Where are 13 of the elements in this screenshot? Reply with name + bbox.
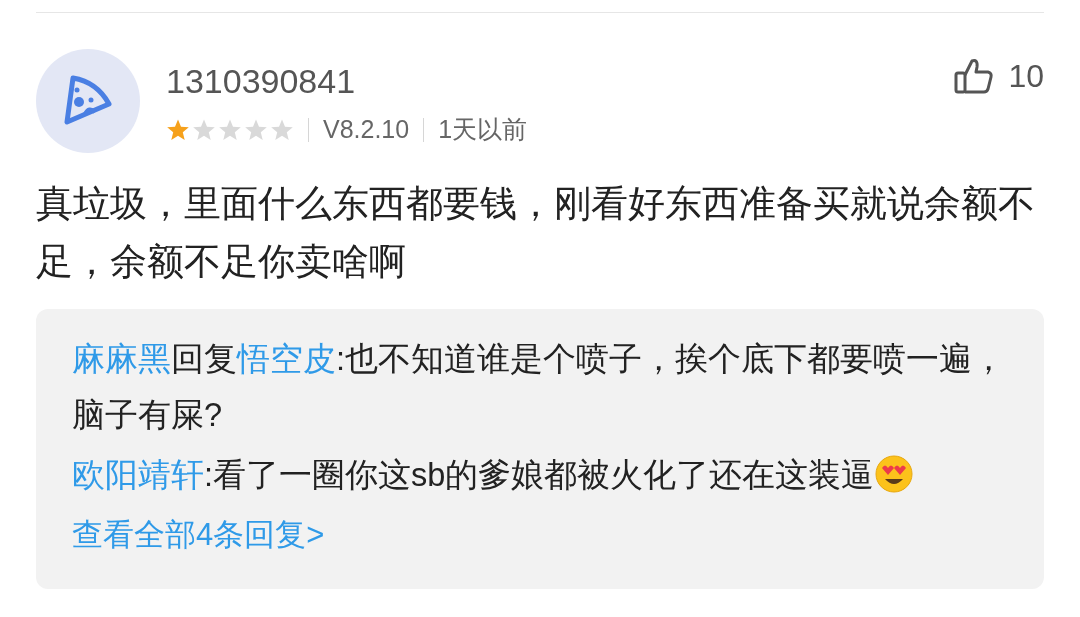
user-link[interactable]: 麻麻黑 [72, 341, 171, 377]
post-time: 1天以前 [438, 114, 528, 145]
username[interactable]: 1310390841 [166, 59, 955, 103]
like-count: 10 [1008, 57, 1044, 95]
reply-text: 麻麻黑回复悟空皮:也不知道谁是个喷子，挨个底下都要喷一遍，脑子有屎? [72, 340, 1007, 435]
view-all-replies-link[interactable]: 查看全部4条回复> [72, 507, 325, 563]
user-link[interactable]: 欧阳靖轩 [72, 457, 204, 493]
comment-text: 真垃圾，里面什么东西都要钱，刚看好东西准备买就说余额不足，余额不足你卖啥啊 [36, 182, 1036, 284]
app-version: V8.2.10 [323, 115, 410, 144]
user-link[interactable]: 悟空皮 [237, 341, 336, 377]
reply-text: 欧阳靖轩:看了一圈你这sb的爹娘都被火化了还在这装逼 [72, 447, 1008, 503]
heart-eyes-emoji-icon [874, 454, 915, 494]
thumbs-up-icon[interactable] [954, 57, 995, 95]
